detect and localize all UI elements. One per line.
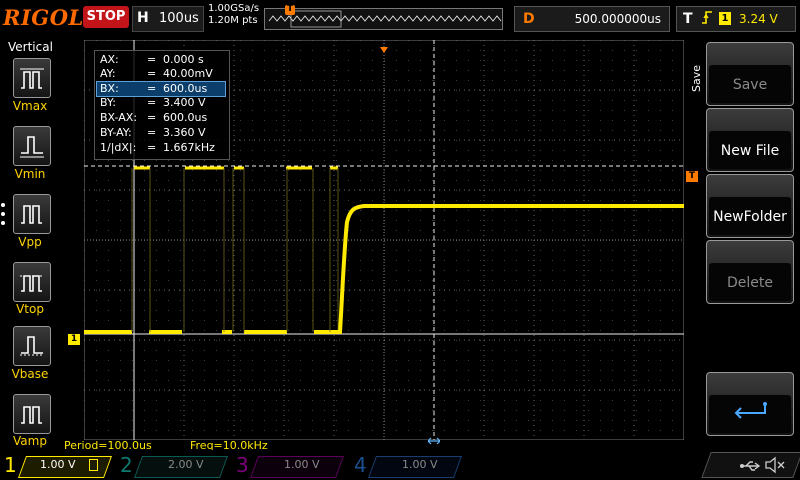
delay-letter: D (523, 11, 535, 27)
trigger-source-badge: 1 (719, 12, 731, 25)
cursor-row-inverse-dx: 1/|dX|: = 1.667kHz (100, 141, 215, 154)
page-indicator (1, 203, 5, 230)
vbase-button[interactable] (13, 326, 51, 366)
cursor-value: 600.0us (163, 111, 208, 124)
cursor-row-by-ay: BY-AY: = 3.360 V (100, 126, 206, 139)
vpp-icon (21, 205, 42, 224)
vmin-button[interactable] (13, 126, 51, 166)
horizontal-delay-display[interactable]: D 500.000000us (514, 6, 670, 32)
save-button-label: Save (732, 77, 768, 93)
cursor-row-by: BY: = 3.400 V (100, 96, 206, 109)
delay-value: 500.000000us (574, 12, 661, 26)
vmax-label: Vmax (12, 99, 48, 113)
vbase-icon (20, 336, 44, 356)
cursor-key: BY: (100, 96, 116, 109)
cursor-value: 40.00mV (163, 67, 213, 80)
channel-4-number: 4 (354, 453, 367, 477)
run-stop-button[interactable]: STOP (83, 6, 129, 28)
trigger-position-label: T (287, 4, 294, 14)
memory-depth: 1.20M pts (208, 15, 258, 26)
channel-1-scale: 1.00 V (40, 458, 76, 471)
cursor-row-ax: AX: = 0.000 s (100, 53, 204, 66)
cursor-value: 3.400 V (163, 96, 206, 109)
channel-1-ground-marker[interactable]: 1 (68, 334, 80, 345)
cursor-value: 1.667kHz (163, 141, 215, 154)
rising-edge-icon (701, 10, 713, 30)
enter-button[interactable] (706, 372, 794, 436)
cursor-key: 1/|dX|: (100, 141, 137, 154)
sample-rate: 1.00GSa/s (208, 3, 260, 14)
horizontal-delay-marker (427, 430, 441, 449)
enter-arrow-icon (734, 402, 767, 419)
timebase-value: 100us (159, 11, 199, 26)
cursor-key: AY: (100, 67, 116, 80)
vamp-label: Vamp (13, 434, 47, 448)
new-folder-button[interactable]: NewFolder (706, 174, 794, 238)
cursor-value: 3.360 V (163, 126, 206, 139)
channel-4-scale: 1.00 V (402, 458, 438, 471)
delete-button-label: Delete (727, 275, 773, 291)
channel-2-tab[interactable]: 2 2.00 V (116, 452, 229, 478)
channel-3-number: 3 (236, 453, 249, 477)
vmax-icon (20, 68, 44, 89)
vmin-label: Vmin (14, 167, 46, 181)
cursor-key: AX: (100, 53, 119, 66)
sample-rate-display: 1.00GSa/s 1.20M pts (208, 3, 259, 27)
cursor-row-ay: AY: = 40.00mV (100, 67, 213, 80)
vpp-label: Vpp (18, 235, 42, 249)
vtop-icon (20, 275, 44, 292)
channel-2-number: 2 (120, 453, 133, 477)
cursor-key: BY-AY: (100, 126, 132, 139)
waveform-memory-bar (264, 8, 503, 30)
speaker-muted-icon[interactable] (764, 456, 786, 478)
cursor-key: BX: (100, 82, 119, 95)
timebase-display[interactable]: H 100us (132, 6, 204, 32)
vtop-button[interactable] (13, 262, 51, 302)
cursor-readout-panel: AX: = 0.000 s AY: = 40.00mV BX: = 600.0us B… (94, 50, 230, 160)
usb-icon (740, 458, 762, 477)
delete-button[interactable]: Delete (706, 240, 794, 304)
right-menu-title: Save (690, 64, 703, 92)
vtop-label: Vtop (16, 302, 44, 316)
vamp-icon (21, 406, 42, 424)
channel-1-tab[interactable]: 1 1.00 V (0, 452, 113, 478)
left-menu-title: Vertical (8, 40, 53, 54)
vpp-button[interactable] (13, 194, 51, 234)
vamp-button[interactable] (13, 394, 51, 434)
cursor-key: BX-AX: (100, 111, 138, 124)
timebase-letter: H (137, 10, 149, 26)
trigger-letter: T (683, 11, 693, 27)
new-folder-button-label: NewFolder (713, 209, 787, 225)
cursor-value: 0.000 s (163, 53, 204, 66)
vmin-icon (20, 136, 44, 158)
vbase-label: Vbase (11, 367, 49, 381)
horizontal-trigger-position-marker (380, 38, 388, 57)
channel-4-tab[interactable]: 4 1.00 V (350, 452, 463, 478)
cursor-value: 600.0us (163, 82, 208, 95)
save-button[interactable]: Save (706, 42, 794, 106)
rigol-logo: RIGOL (3, 5, 84, 30)
trigger-position-marker: T (285, 4, 295, 15)
vmax-button[interactable] (13, 58, 51, 98)
trigger-level-value: 3.24 V (739, 12, 778, 26)
cursor-row-bx-ax: BX-AX: = 600.0us (100, 111, 208, 124)
channel-3-tab[interactable]: 3 1.00 V (232, 452, 345, 478)
new-file-button-label: New File (720, 143, 780, 159)
trigger-display[interactable]: T 1 3.24 V (676, 6, 796, 32)
memory-overview-waveform (268, 10, 502, 28)
channel-2-scale: 2.00 V (168, 458, 204, 471)
new-file-button[interactable]: New File (706, 108, 794, 172)
channel-1-coupling-icon (89, 459, 98, 471)
channel-1-number: 1 (4, 453, 17, 477)
channel-3-scale: 1.00 V (284, 458, 320, 471)
cursor-row-bx-selected[interactable]: BX: = 600.0us (96, 81, 226, 97)
